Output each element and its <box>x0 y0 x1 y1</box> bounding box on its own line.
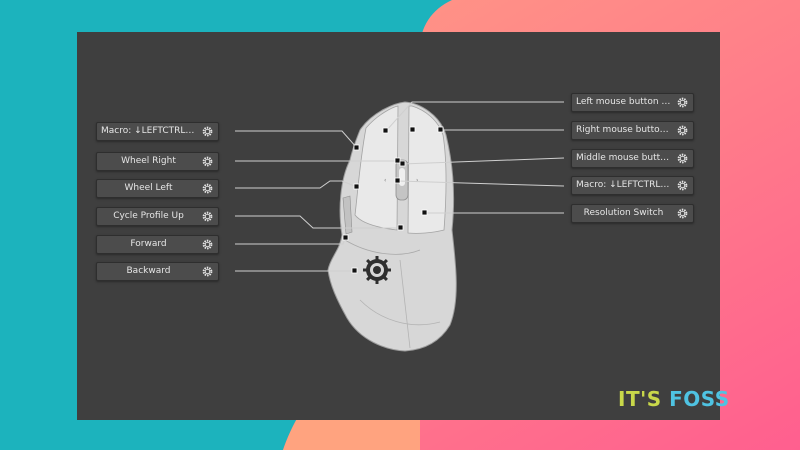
binding-label: Macro: ↓LEFTCTRL ↓... <box>576 180 671 190</box>
svg-text:›: › <box>416 177 418 184</box>
gear-icon[interactable] <box>677 97 688 108</box>
binding-button-wheel-left[interactable]: Wheel Left <box>96 179 219 198</box>
binding-label: Backward <box>126 266 171 276</box>
gear-icon[interactable] <box>677 208 688 219</box>
gear-icon[interactable] <box>202 156 213 167</box>
gear-icon[interactable] <box>202 183 213 194</box>
binding-label: Forward <box>130 239 167 249</box>
binding-label: Left mouse button cli... <box>576 97 671 107</box>
gear-icon[interactable] <box>677 153 688 164</box>
binding-button-wheel-right[interactable]: Wheel Right <box>96 152 219 171</box>
gear-icon[interactable] <box>202 239 213 250</box>
svg-text:‹: ‹ <box>384 177 386 184</box>
binding-label: Wheel Left <box>124 183 173 193</box>
gear-icon[interactable] <box>202 266 213 277</box>
itsfoss-logo: IT'S FOSS <box>618 387 730 411</box>
binding-button-resolution-switch[interactable]: Resolution Switch <box>571 204 694 223</box>
binding-label: Cycle Profile Up <box>113 211 184 221</box>
mouse-illustration: ‹ › <box>327 101 457 352</box>
gear-icon[interactable] <box>677 125 688 136</box>
binding-label: Resolution Switch <box>583 208 664 218</box>
binding-button-cycle-profile-up[interactable]: Cycle Profile Up <box>96 207 219 226</box>
gear-icon[interactable] <box>202 126 213 137</box>
binding-label: Right mouse button ... <box>576 125 671 135</box>
gear-logo-icon <box>363 256 391 284</box>
logo-part-its: IT'S <box>618 387 662 411</box>
binding-button-middle-click[interactable]: Middle mouse butto... <box>571 149 694 168</box>
binding-button-right-click[interactable]: Right mouse button ... <box>571 121 694 140</box>
binding-button-macro-left[interactable]: Macro: ↓LEFTCTRL ↓... <box>96 122 219 141</box>
binding-label: Middle mouse butto... <box>576 153 671 163</box>
binding-button-backward[interactable]: Backward <box>96 262 219 281</box>
binding-label: Macro: ↓LEFTCTRL ↓... <box>101 126 196 136</box>
gear-icon[interactable] <box>202 211 213 222</box>
logo-part-foss: FOSS <box>669 387 730 411</box>
binding-button-forward[interactable]: Forward <box>96 235 219 254</box>
gear-icon[interactable] <box>677 180 688 191</box>
binding-button-left-click[interactable]: Left mouse button cli... <box>571 93 694 112</box>
binding-button-macro-right[interactable]: Macro: ↓LEFTCTRL ↓... <box>571 176 694 195</box>
binding-label: Wheel Right <box>121 156 176 166</box>
